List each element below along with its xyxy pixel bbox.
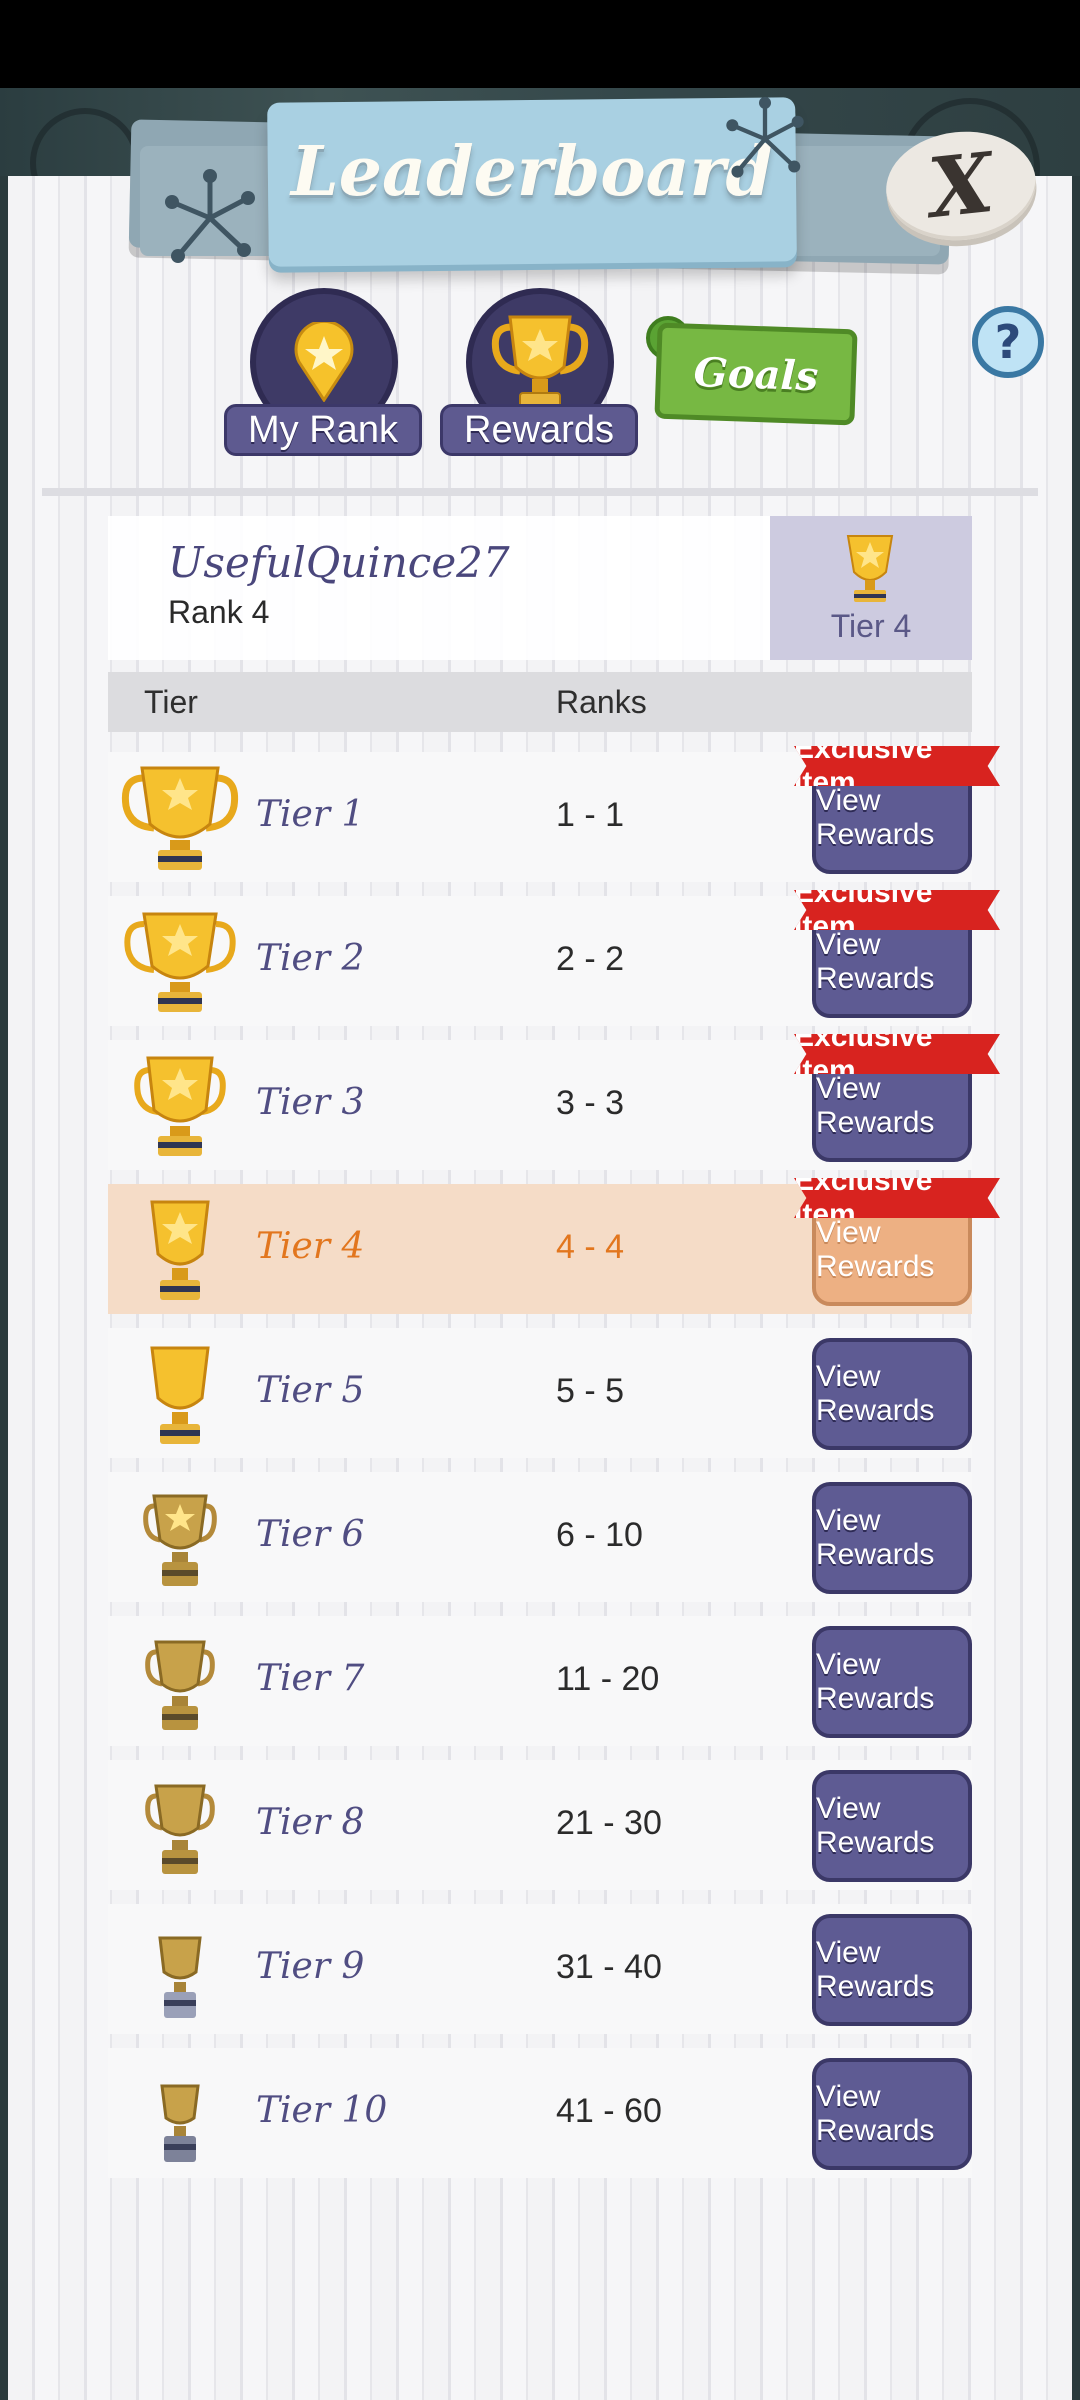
tier-name: Tier 4 xyxy=(256,1226,365,1267)
table-row: Tier 8 21 - 30 View Rewards xyxy=(108,1760,972,1890)
help-button[interactable]: ? xyxy=(972,306,1044,378)
table-row: Tier 44 - 4 View Rewards Exclusive Item xyxy=(108,1178,1000,1314)
view-rewards-button[interactable]: View Rewards xyxy=(812,1770,972,1882)
table-header: Tier Ranks xyxy=(108,672,972,732)
trophy-icon xyxy=(120,1624,240,1743)
table-row: Tier 6 6 - 10 View Rewards xyxy=(108,1472,972,1602)
page-title: Leaderboard xyxy=(290,132,774,212)
trophy-icon xyxy=(846,535,894,602)
tier-ranks: 41 - 60 xyxy=(556,2092,662,2130)
tier-name: Tier 8 xyxy=(256,1802,365,1843)
table-row: Tier 7 11 - 20 View Rewards xyxy=(108,1616,972,1746)
trophy-icon xyxy=(491,315,589,412)
tier-ranks: 31 - 40 xyxy=(556,1948,662,1986)
tier-name: Tier 10 xyxy=(256,2090,388,2131)
goals-button[interactable]: Goals xyxy=(654,322,858,426)
tab-my-rank[interactable]: My Rank xyxy=(224,288,422,456)
tier-ranks: 1 - 1 xyxy=(556,796,625,834)
player-rank: Rank 4 xyxy=(168,594,270,630)
sparkle-decoration-icon xyxy=(165,169,255,263)
header-ranks: Ranks xyxy=(556,684,647,720)
tab-my-rank-label: My Rank xyxy=(224,404,422,456)
question-mark-icon: ? xyxy=(994,315,1022,369)
table-row: Tier 22 - 2 View Rewards Exclusive Item xyxy=(108,890,1000,1026)
table-row: Tier 33 - 3 View Rewards Exclusive Item xyxy=(108,1034,1000,1170)
tier-ranks: 6 - 10 xyxy=(556,1516,643,1554)
section-divider xyxy=(42,488,1038,496)
exclusive-item-ribbon: Exclusive Item xyxy=(794,890,1000,930)
table-row: Tier 10 41 - 60 View Rewards xyxy=(108,2048,972,2178)
view-rewards-button[interactable]: View Rewards xyxy=(812,1338,972,1450)
tier-name: Tier 1 xyxy=(256,794,365,835)
sparkle-decoration-icon xyxy=(726,96,804,178)
view-rewards-button[interactable]: View Rewards xyxy=(812,1914,972,2026)
tier-name: Tier 2 xyxy=(256,938,365,979)
close-icon: X xyxy=(924,134,998,238)
trophy-icon xyxy=(120,1048,240,1167)
status-bar xyxy=(0,0,1080,88)
header-tier: Tier xyxy=(144,684,198,720)
tier-ranks: 3 - 3 xyxy=(556,1084,625,1122)
trophy-icon xyxy=(120,1768,240,1887)
trophy-icon xyxy=(120,1480,240,1599)
exclusive-item-ribbon: Exclusive Item xyxy=(794,1178,1000,1218)
table-row: Tier 11 - 1 View Rewards Exclusive Item xyxy=(108,746,1000,882)
view-rewards-button[interactable]: View Rewards xyxy=(812,2058,972,2170)
exclusive-item-ribbon: Exclusive Item xyxy=(794,1034,1000,1074)
trophy-icon xyxy=(120,760,240,879)
tier-name: Tier 7 xyxy=(256,1658,365,1699)
tier-ranks: 21 - 30 xyxy=(556,1804,662,1842)
tab-rewards[interactable]: Rewards xyxy=(440,288,638,456)
map-pin-star-icon xyxy=(294,322,354,402)
table-row: Tier 9 31 - 40 View Rewards xyxy=(108,1904,972,2034)
view-rewards-button[interactable]: View Rewards xyxy=(812,1482,972,1594)
trophy-icon xyxy=(120,1192,240,1311)
player-tier-badge: Tier 4 xyxy=(770,516,972,660)
tier-ranks: 2 - 2 xyxy=(556,940,625,978)
tier-ranks: 11 - 20 xyxy=(556,1660,660,1698)
table-row: Tier 5 5 - 5 View Rewards xyxy=(108,1328,972,1458)
tier-name: Tier 3 xyxy=(256,1082,365,1123)
player-tier-label: Tier 4 xyxy=(830,608,912,644)
tier-name: Tier 6 xyxy=(256,1514,365,1555)
view-rewards-button[interactable]: View Rewards xyxy=(812,1626,972,1738)
trophy-icon xyxy=(120,1336,240,1455)
exclusive-item-ribbon: Exclusive Item xyxy=(794,746,1000,786)
tier-ranks: 4 - 4 xyxy=(556,1228,625,1266)
trophy-icon xyxy=(120,2056,240,2175)
goals-label: Goals xyxy=(692,348,820,400)
tab-rewards-label: Rewards xyxy=(440,404,638,456)
tier-name: Tier 9 xyxy=(256,1946,365,1987)
player-name: UsefulQuince27 xyxy=(168,538,510,587)
tier-name: Tier 5 xyxy=(256,1370,365,1411)
trophy-icon xyxy=(120,1912,240,2031)
trophy-icon xyxy=(120,904,240,1023)
tier-ranks: 5 - 5 xyxy=(556,1372,625,1410)
